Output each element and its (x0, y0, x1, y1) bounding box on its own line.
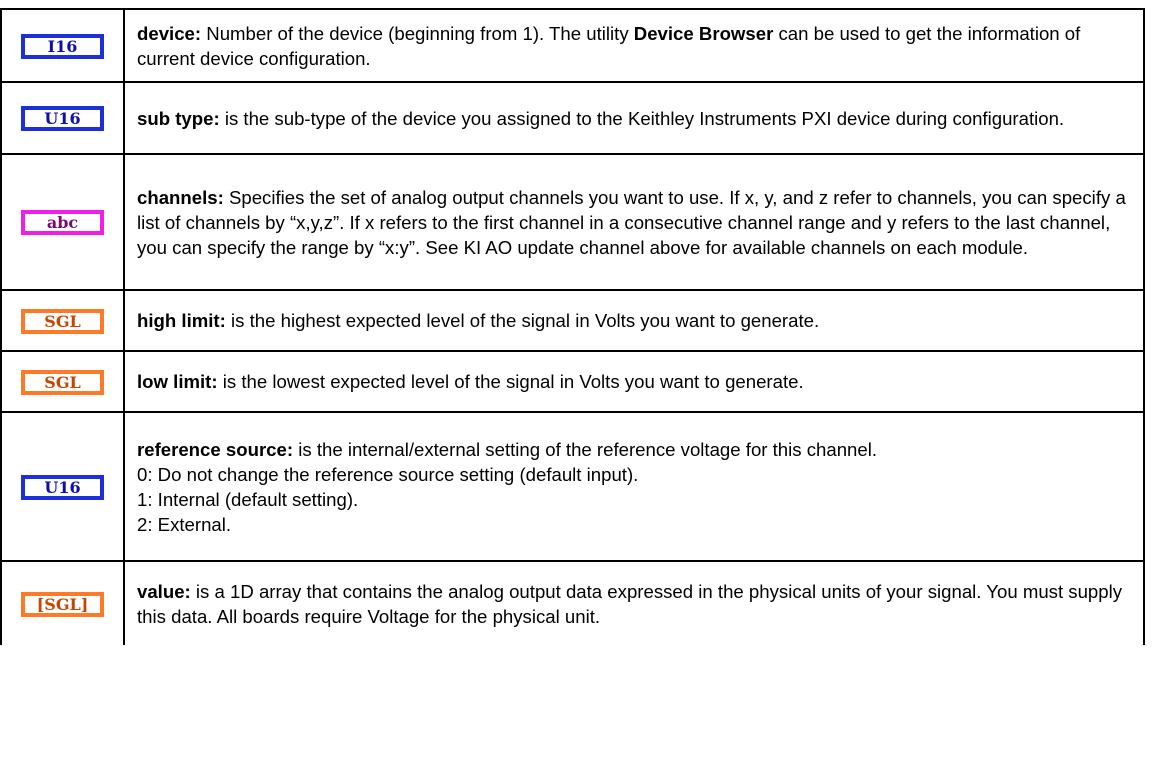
i16-terminal-icon: I16 (21, 33, 104, 59)
param-name: device: (137, 22, 202, 44)
param-text: is the internal/external setting of the … (293, 438, 878, 460)
param-name: high limit: (137, 310, 226, 331)
param-description: high limit: is the highest expected leve… (123, 289, 1145, 352)
sgl-terminal-icon: SGL (21, 369, 104, 395)
terminal-cell: U16 (0, 411, 125, 562)
terminal-cell: I16 (0, 8, 125, 83)
u16-terminal-icon: U16 (21, 106, 104, 132)
param-description: sub type: is the sub-type of the device … (123, 81, 1145, 155)
option-line: 1: Internal (default setting). (137, 488, 359, 510)
sgl-array-terminal-icon: [SGL] (21, 591, 104, 617)
param-name: sub type: (137, 107, 220, 129)
param-name: reference source: (137, 438, 294, 460)
param-description: low limit: is the lowest expected level … (123, 350, 1145, 413)
param-name: channels: (137, 186, 224, 208)
param-text: Specifies the set of analog output chann… (137, 186, 1126, 258)
param-text: is the highest expected level of the sig… (225, 310, 820, 331)
param-emphasis: Device Browser (633, 22, 774, 44)
param-text: is a 1D array that contains the analog o… (137, 580, 1123, 627)
param-name: low limit: (137, 371, 218, 392)
terminal-cell: [SGL] (0, 560, 125, 645)
terminal-cell: U16 (0, 81, 125, 155)
param-description: value: is a 1D array that contains the a… (123, 560, 1145, 645)
param-description: reference source: is the internal/extern… (123, 411, 1145, 562)
option-line: 2: External. (137, 513, 232, 535)
param-row-value: [SGL] value: is a 1D array that contains… (0, 560, 1145, 645)
param-row-reference-source: U16 reference source: is the internal/ex… (0, 411, 1145, 562)
terminal-cell: SGL (0, 350, 125, 413)
terminal-cell: SGL (0, 289, 125, 352)
option-line: 0: Do not change the reference source se… (137, 463, 639, 485)
param-name: value: (137, 580, 191, 602)
param-text: is the lowest expected level of the sign… (217, 371, 804, 392)
param-row-channels: abc channels: Specifies the set of analo… (0, 153, 1145, 291)
param-row-sub-type: U16 sub type: is the sub-type of the dev… (0, 81, 1145, 155)
sgl-terminal-icon: SGL (21, 308, 104, 334)
string-terminal-icon: abc (21, 210, 104, 236)
param-description: channels: Specifies the set of analog ou… (123, 153, 1145, 291)
parameter-table: I16 device: Number of the device (beginn… (0, 8, 1145, 645)
param-text: Number of the device (beginning from 1).… (201, 22, 634, 44)
u16-terminal-icon: U16 (21, 474, 104, 500)
terminal-cell: abc (0, 153, 125, 291)
param-row-device: I16 device: Number of the device (beginn… (0, 8, 1145, 83)
param-text: is the sub-type of the device you assign… (219, 107, 1065, 129)
param-row-high-limit: SGL high limit: is the highest expected … (0, 289, 1145, 352)
param-row-low-limit: SGL low limit: is the lowest expected le… (0, 350, 1145, 413)
param-description: device: Number of the device (beginning … (123, 8, 1145, 83)
